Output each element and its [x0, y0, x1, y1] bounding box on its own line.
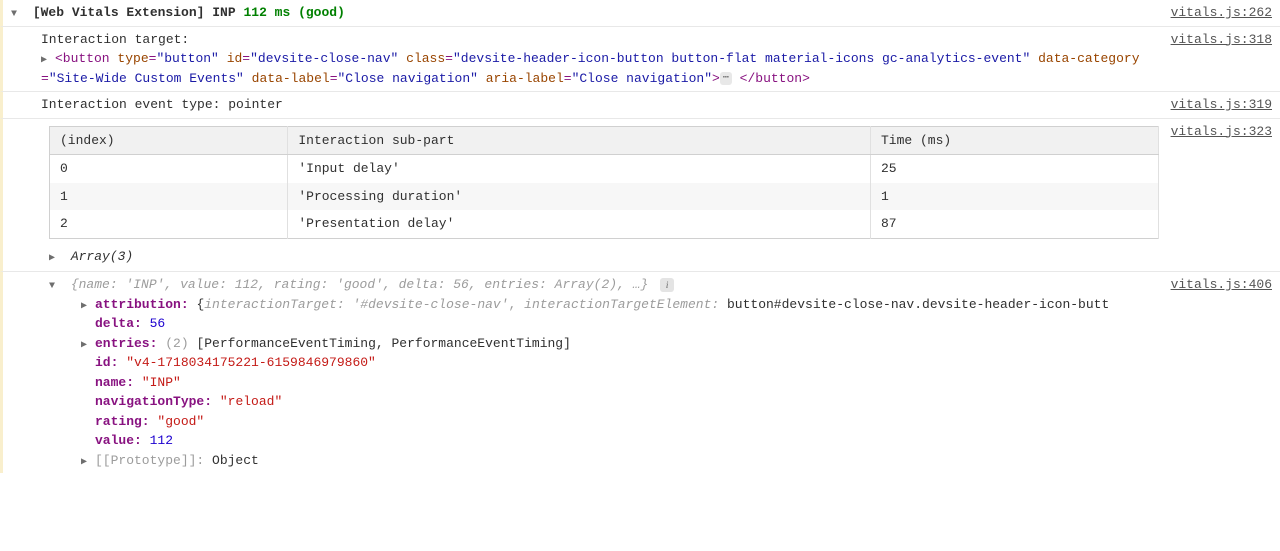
log-prefix: [Web Vitals Extension] INP	[33, 5, 236, 20]
obj-prop-attribution[interactable]: ▶attribution: {interactionTarget: '#devs…	[11, 295, 1159, 315]
chevron-right-icon[interactable]: ▶	[81, 299, 93, 314]
obj-prop-navtype: navigationType: "reload"	[11, 392, 1159, 412]
th-index[interactable]: (index)	[50, 126, 288, 155]
obj-prop-delta: delta: 56	[11, 314, 1159, 334]
event-type-text: Interaction event type: pointer	[3, 95, 1159, 115]
obj-prop-value: value: 112	[11, 431, 1159, 451]
obj-prop-prototype[interactable]: ▶[[Prototype]]: Object	[11, 451, 1159, 471]
obj-prop-entries[interactable]: ▶entries: (2) [PerformanceEventTiming, P…	[11, 334, 1159, 354]
chevron-right-icon[interactable]: ▶	[81, 338, 93, 353]
object-summary[interactable]: {name: 'INP', value: 112, rating: 'good'…	[71, 277, 656, 292]
obj-prop-name: name: "INP"	[11, 373, 1159, 393]
interaction-target-label: Interaction target:	[41, 30, 1159, 50]
event-type-row: Interaction event type: pointer vitals.j…	[0, 92, 1280, 119]
source-link[interactable]: vitals.js:323	[1159, 122, 1272, 142]
source-link[interactable]: vitals.js:318	[1159, 30, 1272, 50]
info-icon[interactable]: i	[660, 278, 674, 292]
source-link[interactable]: vitals.js:319	[1159, 95, 1272, 115]
interaction-target-row: Interaction target: ▶<button type="butto…	[0, 27, 1280, 93]
log-header-row: ▼ [Web Vitals Extension] INP 112 ms (goo…	[0, 0, 1280, 27]
array-footer[interactable]: Array(3)	[71, 249, 133, 264]
ellipsis-icon[interactable]: ⋯	[720, 72, 732, 85]
object-dump-row: ▼ {name: 'INP', value: 112, rating: 'goo…	[0, 272, 1280, 473]
chevron-down-icon[interactable]: ▼	[11, 7, 23, 22]
table-row: 1 'Processing duration' 1	[50, 183, 1159, 211]
th-time[interactable]: Time (ms)	[871, 126, 1159, 155]
chevron-right-icon[interactable]: ▶	[41, 53, 53, 68]
table-row: 2 'Presentation delay' 87	[50, 210, 1159, 238]
obj-prop-id: id: "v4-1718034175221-6159846979860"	[11, 353, 1159, 373]
source-link[interactable]: vitals.js:262	[1159, 3, 1272, 23]
table-row-block: (index) Interaction sub-part Time (ms) 0…	[0, 119, 1280, 273]
th-subpart[interactable]: Interaction sub-part	[288, 126, 871, 155]
chevron-right-icon[interactable]: ▶	[49, 251, 61, 266]
obj-prop-rating: rating: "good"	[11, 412, 1159, 432]
log-value: 112 ms (good)	[243, 5, 344, 20]
table-row: 0 'Input delay' 25	[50, 155, 1159, 183]
chevron-down-icon[interactable]: ▼	[49, 279, 61, 294]
breakdown-table: (index) Interaction sub-part Time (ms) 0…	[49, 126, 1159, 239]
source-link[interactable]: vitals.js:406	[1159, 275, 1272, 295]
chevron-right-icon[interactable]: ▶	[81, 455, 93, 470]
html-tag[interactable]: <button type="button" id="devsite-close-…	[41, 51, 1140, 86]
